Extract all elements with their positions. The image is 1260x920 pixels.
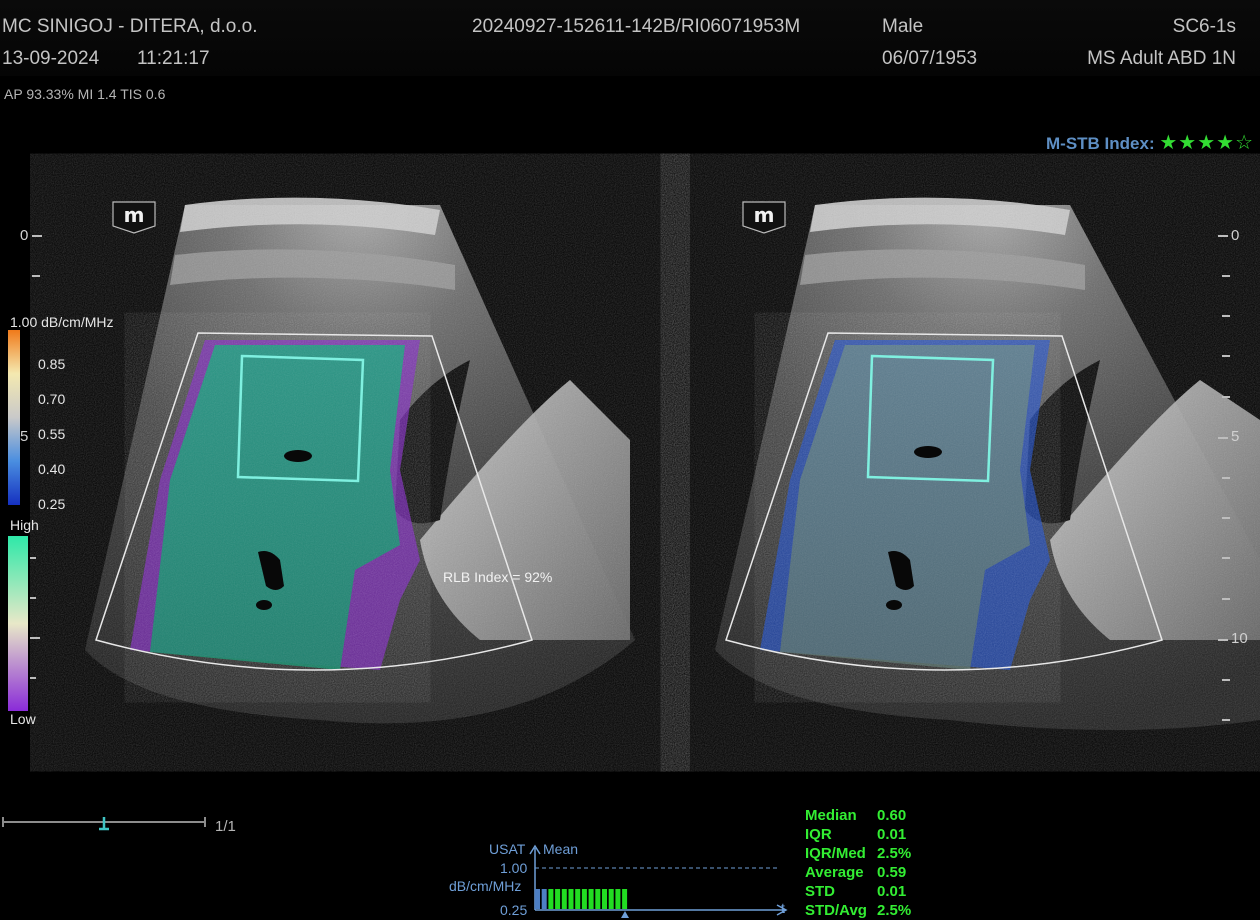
attenuation-color-bar — [8, 330, 20, 505]
depth-tick — [32, 235, 42, 237]
measurement-stats: Median 0.60 IQR 0.01 IQR/Med 2.5% Average 0.… — [805, 806, 911, 920]
depth-label-left-0: 0 — [20, 227, 29, 244]
graph-axis-label: USAT — [489, 841, 526, 857]
usat-bar — [608, 889, 614, 909]
depth-tick — [1222, 396, 1230, 398]
left-ultrasound-image — [85, 197, 635, 724]
usat-bar — [595, 889, 601, 909]
depth-label-right-0: 0 — [1231, 227, 1240, 244]
reliability-bar-ticks — [30, 557, 40, 679]
stat-row: IQR 0.01 — [805, 826, 907, 843]
usat-bar — [615, 889, 621, 909]
depth-label-right-10: 10 — [1231, 630, 1248, 647]
usat-bar — [622, 889, 628, 909]
usat-bar — [588, 889, 594, 909]
cine-frame-counter: 1/1 — [215, 818, 236, 835]
depth-label-left-5: 5 — [20, 428, 29, 445]
depth-tick — [1218, 437, 1228, 439]
atten-tick-label: 0.40 — [38, 461, 66, 477]
stat-row: Average 0.59 — [805, 864, 907, 881]
usat-bar — [555, 889, 561, 909]
usat-bar — [548, 889, 554, 909]
right-ultrasound-image — [715, 197, 1260, 730]
usat-bar — [541, 889, 547, 909]
mindray-logo-right: m — [742, 201, 786, 234]
rlb-index: RLB Index = 92% — [443, 569, 553, 585]
depth-label-right-5: 5 — [1231, 428, 1240, 445]
reliability-high-label: High — [10, 517, 39, 533]
graph-ymax: 1.00 — [500, 860, 528, 876]
depth-tick — [1222, 275, 1230, 277]
ultrasound-canvas: m m — [2, 197, 1260, 918]
usat-bar — [535, 889, 540, 909]
svg-text:m: m — [754, 203, 775, 227]
depth-tick — [1222, 719, 1230, 721]
usat-bar — [602, 889, 607, 909]
graph-unit: dB/cm/MHz — [449, 878, 522, 894]
depth-tick — [1222, 315, 1230, 317]
graph-ymin: 0.25 — [500, 902, 528, 918]
stat-row: Median 0.60 — [805, 807, 907, 824]
depth-tick — [1222, 517, 1230, 519]
reliability-low-label: Low — [10, 711, 36, 727]
stat-row: STD/Avg 2.5% — [805, 902, 912, 919]
stat-row: STD 0.01 — [805, 883, 907, 900]
depth-tick — [1218, 235, 1228, 237]
depth-tick — [1222, 477, 1230, 479]
usat-bar — [575, 889, 581, 909]
depth-tick — [1222, 557, 1230, 559]
usat-bar — [568, 889, 574, 909]
atten-tick-label: 0.85 — [38, 356, 66, 372]
graph-series-label: Mean — [543, 841, 579, 857]
atten-tick-label: 0.70 — [38, 391, 66, 407]
depth-tick — [32, 275, 40, 277]
atten-scale-title: 1.00 dB/cm/MHz — [10, 314, 114, 330]
svg-text:m: m — [124, 203, 145, 227]
mindray-logo-left: m — [112, 201, 156, 234]
usat-bar — [561, 889, 567, 909]
graph-axis-t: t — [781, 900, 785, 916]
atten-tick-label: 0.55 — [38, 426, 66, 442]
cine-scrollbar[interactable] — [2, 817, 206, 831]
depth-tick — [1218, 639, 1228, 641]
depth-tick — [1222, 679, 1230, 681]
usat-bar — [581, 889, 587, 909]
depth-tick — [1222, 355, 1230, 357]
stat-row: IQR/Med 2.5% — [805, 845, 912, 862]
depth-tick — [1222, 598, 1230, 600]
reliability-color-bar — [8, 536, 28, 711]
atten-tick-label: 0.25 — [38, 496, 66, 512]
